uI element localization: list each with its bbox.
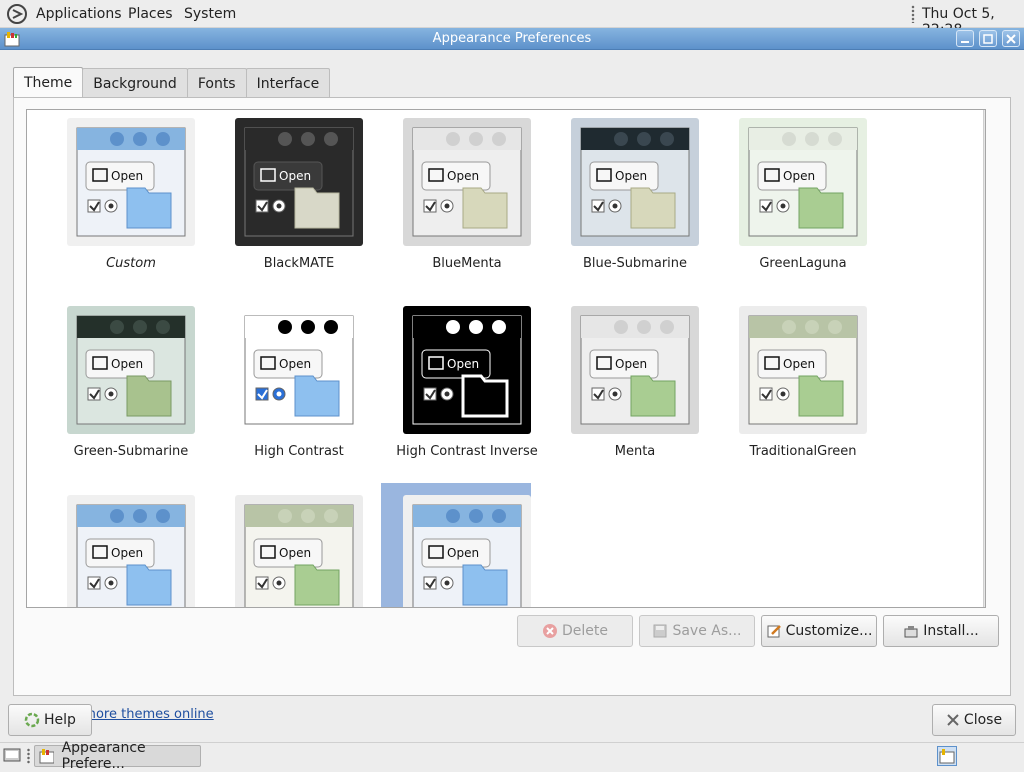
theme-preview-thumbnail: Open (571, 306, 699, 434)
svg-text:Open: Open (279, 357, 311, 371)
close-button[interactable]: Close (932, 704, 1016, 736)
theme-name: Custom (106, 256, 156, 271)
install-label: Install... (923, 623, 979, 639)
save-icon (653, 624, 667, 638)
theme-preview-thumbnail: Open (67, 495, 195, 607)
tab-fonts[interactable]: Fonts (186, 68, 247, 98)
delete-button[interactable]: Delete (517, 615, 633, 647)
theme-item[interactable]: Open BlackMATE (219, 118, 369, 293)
svg-text:Open: Open (615, 357, 647, 371)
close-window-button[interactable] (1002, 30, 1020, 47)
bottom-taskbar: Appearance Prefere... (0, 740, 1024, 772)
close-icon (947, 714, 959, 726)
svg-text:Open: Open (447, 546, 479, 560)
svg-text:Open: Open (447, 357, 479, 371)
theme-item[interactable]: Open High Contrast (219, 306, 369, 481)
save-as-button[interactable]: Save As... (639, 615, 755, 647)
svg-text:Open: Open (783, 169, 815, 183)
customize-button[interactable]: Customize... (761, 615, 877, 647)
delete-label: Delete (562, 623, 608, 639)
delete-icon (543, 624, 557, 638)
menu-applications[interactable]: Applications (36, 6, 122, 22)
task-label: Appearance Prefere... (61, 740, 146, 772)
appearance-dialog: Theme Background Fonts Interface Open Cu… (0, 51, 1024, 741)
theme-tab-panel: Open Custom Open BlackMATE Open BlueMent… (13, 97, 1011, 722)
theme-name: BlueMenta (432, 256, 502, 271)
tab-background[interactable]: Background (82, 68, 188, 98)
theme-name: GreenLaguna (759, 256, 847, 271)
theme-name: Blue-Submarine (582, 256, 688, 271)
svg-text:Open: Open (447, 169, 479, 183)
theme-name: Menta (614, 444, 656, 459)
theme-preview-thumbnail: Open (67, 306, 195, 434)
save-as-label: Save As... (672, 623, 742, 639)
customize-label: Customize... (785, 623, 873, 639)
install-icon (904, 626, 918, 638)
theme-item[interactable]: Open TraditionalGreen (723, 306, 873, 481)
theme-preview-thumbnail: Open (739, 118, 867, 246)
theme-preview-thumbnail: Open (403, 118, 531, 246)
theme-name: TraditionalGreen (749, 444, 857, 459)
tab-interface[interactable]: Interface (245, 68, 331, 98)
theme-item[interactable]: Open (51, 495, 201, 607)
theme-item[interactable]: Open Green-Submarine (51, 306, 201, 481)
svg-text:Open: Open (111, 357, 143, 371)
svg-text:Open: Open (783, 357, 815, 371)
svg-text:Open: Open (279, 169, 311, 183)
theme-name: BlackMATE (263, 256, 335, 271)
svg-text:Open: Open (111, 546, 143, 560)
theme-preview-thumbnail: Open (571, 118, 699, 246)
theme-item[interactable]: Open GreenLaguna (723, 118, 873, 293)
theme-list[interactable]: Open Custom Open BlackMATE Open BlueMent… (26, 109, 986, 608)
theme-item[interactable]: Open Blue-Submarine (555, 118, 705, 293)
theme-preview-thumbnail: Open (235, 495, 363, 607)
menu-places[interactable]: Places (128, 6, 173, 22)
task-app-icon (39, 749, 54, 764)
menu-system[interactable]: System (184, 6, 236, 22)
panel-handle[interactable] (911, 5, 915, 23)
theme-item[interactable]: Open Custom (51, 118, 201, 293)
window-titlebar[interactable]: Appearance Preferences (0, 28, 1024, 50)
show-desktop-icon[interactable] (3, 747, 21, 767)
theme-item[interactable]: Open (381, 483, 537, 607)
svg-text:Open: Open (615, 169, 647, 183)
theme-item[interactable]: Open (219, 495, 369, 607)
scrollbar[interactable]: ▲ ▼ (983, 110, 985, 607)
theme-preview-thumbnail: Open (403, 306, 531, 434)
window-title: Appearance Preferences (432, 31, 592, 46)
install-button[interactable]: Install... (883, 615, 999, 647)
taskbar-task-appearance[interactable]: Appearance Prefere... (34, 740, 201, 772)
theme-preview-thumbnail: Open (235, 118, 363, 246)
theme-preview-thumbnail: Open (67, 118, 195, 246)
close-label: Close (963, 712, 1003, 728)
theme-name: Green-Submarine (73, 444, 189, 459)
help-button[interactable]: Help (8, 704, 92, 736)
theme-name: High Contrast (254, 444, 344, 459)
help-icon (24, 712, 40, 728)
theme-name: High Contrast Inverse (396, 444, 538, 459)
theme-item[interactable]: Open BlueMenta (387, 118, 537, 293)
customize-pencil-icon (767, 625, 781, 638)
svg-text:Open: Open (111, 169, 143, 183)
mate-logo-icon[interactable] (7, 4, 27, 28)
taskbar-handle[interactable] (27, 748, 30, 764)
svg-text:Open: Open (279, 546, 311, 560)
theme-item[interactable]: Open Menta (555, 306, 705, 481)
help-label: Help (44, 712, 76, 728)
theme-preview-thumbnail: Open (739, 306, 867, 434)
maximize-button[interactable] (979, 30, 997, 47)
top-panel: Applications Places System Thu Oct 5, 22… (0, 0, 1024, 38)
minimize-button[interactable] (956, 30, 974, 47)
theme-item[interactable]: Open High Contrast Inverse (387, 306, 538, 481)
theme-preview-thumbnail: Open (403, 495, 531, 607)
theme-preview-thumbnail: Open (235, 306, 363, 434)
workspace-switcher[interactable] (937, 746, 957, 766)
tab-theme[interactable]: Theme (13, 67, 84, 98)
tab-bar: Theme Background Fonts Interface (13, 67, 331, 98)
